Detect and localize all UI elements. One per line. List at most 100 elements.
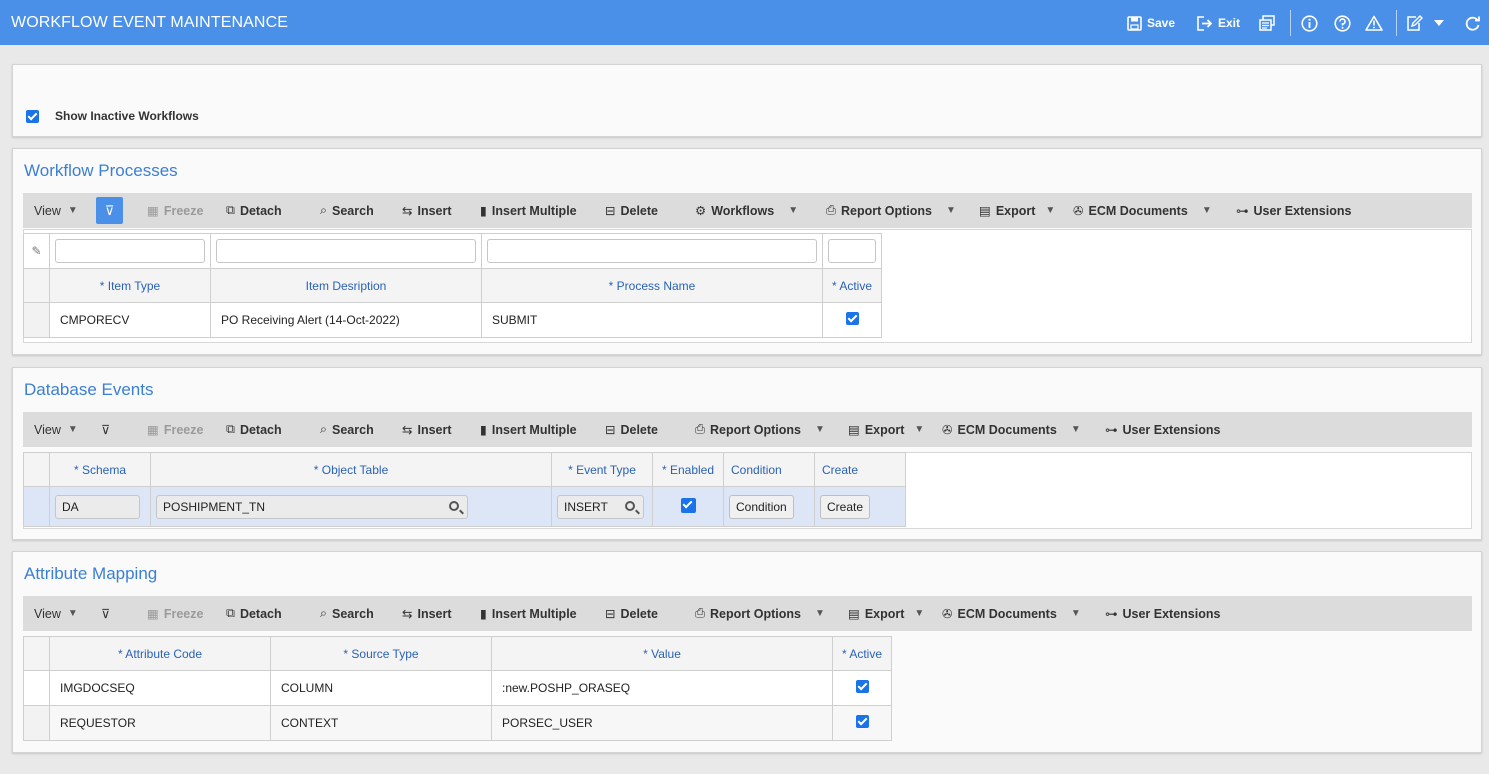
column-header-value[interactable]: * Value <box>491 636 833 671</box>
insert-button[interactable]: ⇆ Insert <box>402 193 452 228</box>
event-type-field[interactable]: INSERT <box>557 494 644 519</box>
alert-button[interactable] <box>1365 13 1383 33</box>
process-name-cell[interactable]: SUBMIT <box>481 302 823 338</box>
condition-button[interactable]: Condition <box>729 494 794 519</box>
user-extensions-button[interactable]: ⊶ User Extensions <box>1236 193 1351 228</box>
ecm-documents-menu[interactable]: ✇ ECM Documents ▼ <box>1073 193 1212 228</box>
clear-filter-cell[interactable]: ✎ <box>23 233 50 269</box>
detach-button[interactable]: ⧉ Detach <box>226 412 282 447</box>
search-icon[interactable] <box>449 500 459 511</box>
item-type-cell[interactable]: CMPORECV <box>49 302 211 338</box>
table-row[interactable]: REQUESTOR CONTEXT PORSEC_USER <box>23 705 892 741</box>
detach-button[interactable]: ⧉ Detach <box>226 193 282 228</box>
column-header-active[interactable]: * Active <box>832 636 892 671</box>
view-menu[interactable]: View ▼ <box>34 193 78 228</box>
detach-button[interactable]: ⧉ Detach <box>226 596 282 631</box>
search-button[interactable]: ⌕ Search <box>320 412 374 447</box>
filter-toggle-button[interactable]: ⊽ <box>101 596 110 631</box>
export-menu[interactable]: ▤ Export ▼ <box>979 193 1055 228</box>
insert-button[interactable]: ⇆ Insert <box>402 412 452 447</box>
print-button[interactable] <box>1259 13 1276 33</box>
help-button[interactable] <box>1334 13 1351 33</box>
object-table-field[interactable]: POSHIPMENT_TN <box>156 494 468 519</box>
table-row[interactable]: IMGDOCSEQ COLUMN :new.POSHP_ORASEQ <box>23 670 892 706</box>
info-button[interactable] <box>1301 13 1318 33</box>
user-extensions-button[interactable]: ⊶ User Extensions <box>1105 412 1220 447</box>
row-stub[interactable] <box>23 670 50 706</box>
save-button[interactable]: Save <box>1127 13 1175 33</box>
view-menu[interactable]: View ▼ <box>34 596 78 631</box>
column-header-attribute-code[interactable]: * Attribute Code <box>49 636 271 671</box>
filter-toggle-button[interactable]: ⊽ <box>96 197 123 224</box>
column-header-active[interactable]: * Active <box>822 268 882 303</box>
show-inactive-checkbox[interactable] <box>26 109 39 123</box>
delete-button[interactable]: ⊟ Delete <box>605 193 658 228</box>
column-header-process-name[interactable]: * Process Name <box>481 268 823 303</box>
column-header-schema[interactable]: * Schema <box>49 452 151 487</box>
insert-multiple-button[interactable]: ▮ Insert Multiple <box>480 193 577 228</box>
search-button[interactable]: ⌕ Search <box>320 596 374 631</box>
column-header-source-type[interactable]: * Source Type <box>270 636 492 671</box>
row-stub[interactable] <box>23 302 50 338</box>
filter-toggle-button[interactable]: ⊽ <box>101 412 110 447</box>
user-extensions-button[interactable]: ⊶ User Extensions <box>1105 596 1220 631</box>
item-type-filter-input[interactable] <box>55 239 205 263</box>
filter-cell <box>822 233 882 269</box>
report-options-menu[interactable]: ⎙ Report Options ▼ <box>695 412 825 447</box>
row-stub[interactable] <box>23 486 50 527</box>
enabled-checkbox[interactable] <box>680 497 696 513</box>
eraser-icon: ✎ <box>31 244 42 258</box>
insert-multiple-button[interactable]: ▮ Insert Multiple <box>480 596 577 631</box>
refresh-icon <box>1465 16 1480 31</box>
table-row[interactable]: DA POSHIPMENT_TN INSERT Condition Create <box>23 486 906 527</box>
active-filter-input[interactable] <box>828 239 876 263</box>
active-checkbox[interactable] <box>855 680 869 693</box>
schema-field[interactable]: DA <box>55 494 140 519</box>
search-button[interactable]: ⌕ Search <box>320 193 374 228</box>
column-header-create[interactable]: Create <box>814 452 906 487</box>
column-header-item-description[interactable]: Item Desription <box>210 268 482 303</box>
freeze-button[interactable]: ▦ Freeze <box>147 596 203 631</box>
freeze-button[interactable]: ▦ Freeze <box>147 412 203 447</box>
ecm-documents-menu[interactable]: ✇ ECM Documents ▼ <box>942 412 1081 447</box>
export-menu[interactable]: ▤ Export ▼ <box>848 596 924 631</box>
item-description-filter-input[interactable] <box>216 239 476 263</box>
export-menu[interactable]: ▤ Export ▼ <box>848 412 924 447</box>
column-header-event-type[interactable]: * Event Type <box>551 452 653 487</box>
active-checkbox[interactable] <box>855 715 869 728</box>
report-options-menu[interactable]: ⎙ Report Options ▼ <box>695 596 825 631</box>
value-cell[interactable]: :new.POSHP_ORASEQ <box>491 670 833 706</box>
column-header-item-type[interactable]: * Item Type <box>49 268 211 303</box>
column-header-enabled[interactable]: * Enabled <box>652 452 724 487</box>
view-menu[interactable]: View ▼ <box>34 412 78 447</box>
process-name-filter-input[interactable] <box>487 239 817 263</box>
active-checkbox[interactable] <box>845 312 859 325</box>
chevron-down-icon: ▼ <box>814 424 825 435</box>
exit-button[interactable]: Exit <box>1197 13 1240 33</box>
source-type-cell[interactable]: CONTEXT <box>270 705 492 741</box>
report-options-menu[interactable]: ⎙ Report Options ▼ <box>826 193 956 228</box>
ecm-documents-menu[interactable]: ✇ ECM Documents ▼ <box>942 596 1081 631</box>
item-description-cell[interactable]: PO Receiving Alert (14-Oct-2022) <box>210 302 482 338</box>
table-row[interactable]: CMPORECV PO Receiving Alert (14-Oct-2022… <box>23 302 882 338</box>
attribute-code-cell[interactable]: REQUESTOR <box>49 705 271 741</box>
delete-button[interactable]: ⊟ Delete <box>605 596 658 631</box>
insert-multiple-button[interactable]: ▮ Insert Multiple <box>480 412 577 447</box>
edit-menu-button[interactable] <box>1406 13 1444 33</box>
create-button[interactable]: Create <box>820 494 871 519</box>
event-type-cell[interactable]: INSERT <box>551 486 653 527</box>
value-cell[interactable]: PORSEC_USER <box>491 705 833 741</box>
source-type-cell[interactable]: COLUMN <box>270 670 492 706</box>
row-stub[interactable] <box>23 705 50 741</box>
freeze-button[interactable]: ▦ Freeze <box>147 193 203 228</box>
schema-cell[interactable]: DA <box>49 486 151 527</box>
attribute-code-cell[interactable]: IMGDOCSEQ <box>49 670 271 706</box>
workflows-menu[interactable]: ⚙ Workflows ▼ <box>695 193 798 228</box>
insert-button[interactable]: ⇆ Insert <box>402 596 452 631</box>
object-table-cell[interactable]: POSHIPMENT_TN <box>150 486 552 527</box>
refresh-button[interactable] <box>1464 13 1481 33</box>
search-icon[interactable] <box>625 500 635 511</box>
delete-button[interactable]: ⊟ Delete <box>605 412 658 447</box>
column-header-condition[interactable]: Condition <box>723 452 815 487</box>
column-header-object-table[interactable]: * Object Table <box>150 452 552 487</box>
